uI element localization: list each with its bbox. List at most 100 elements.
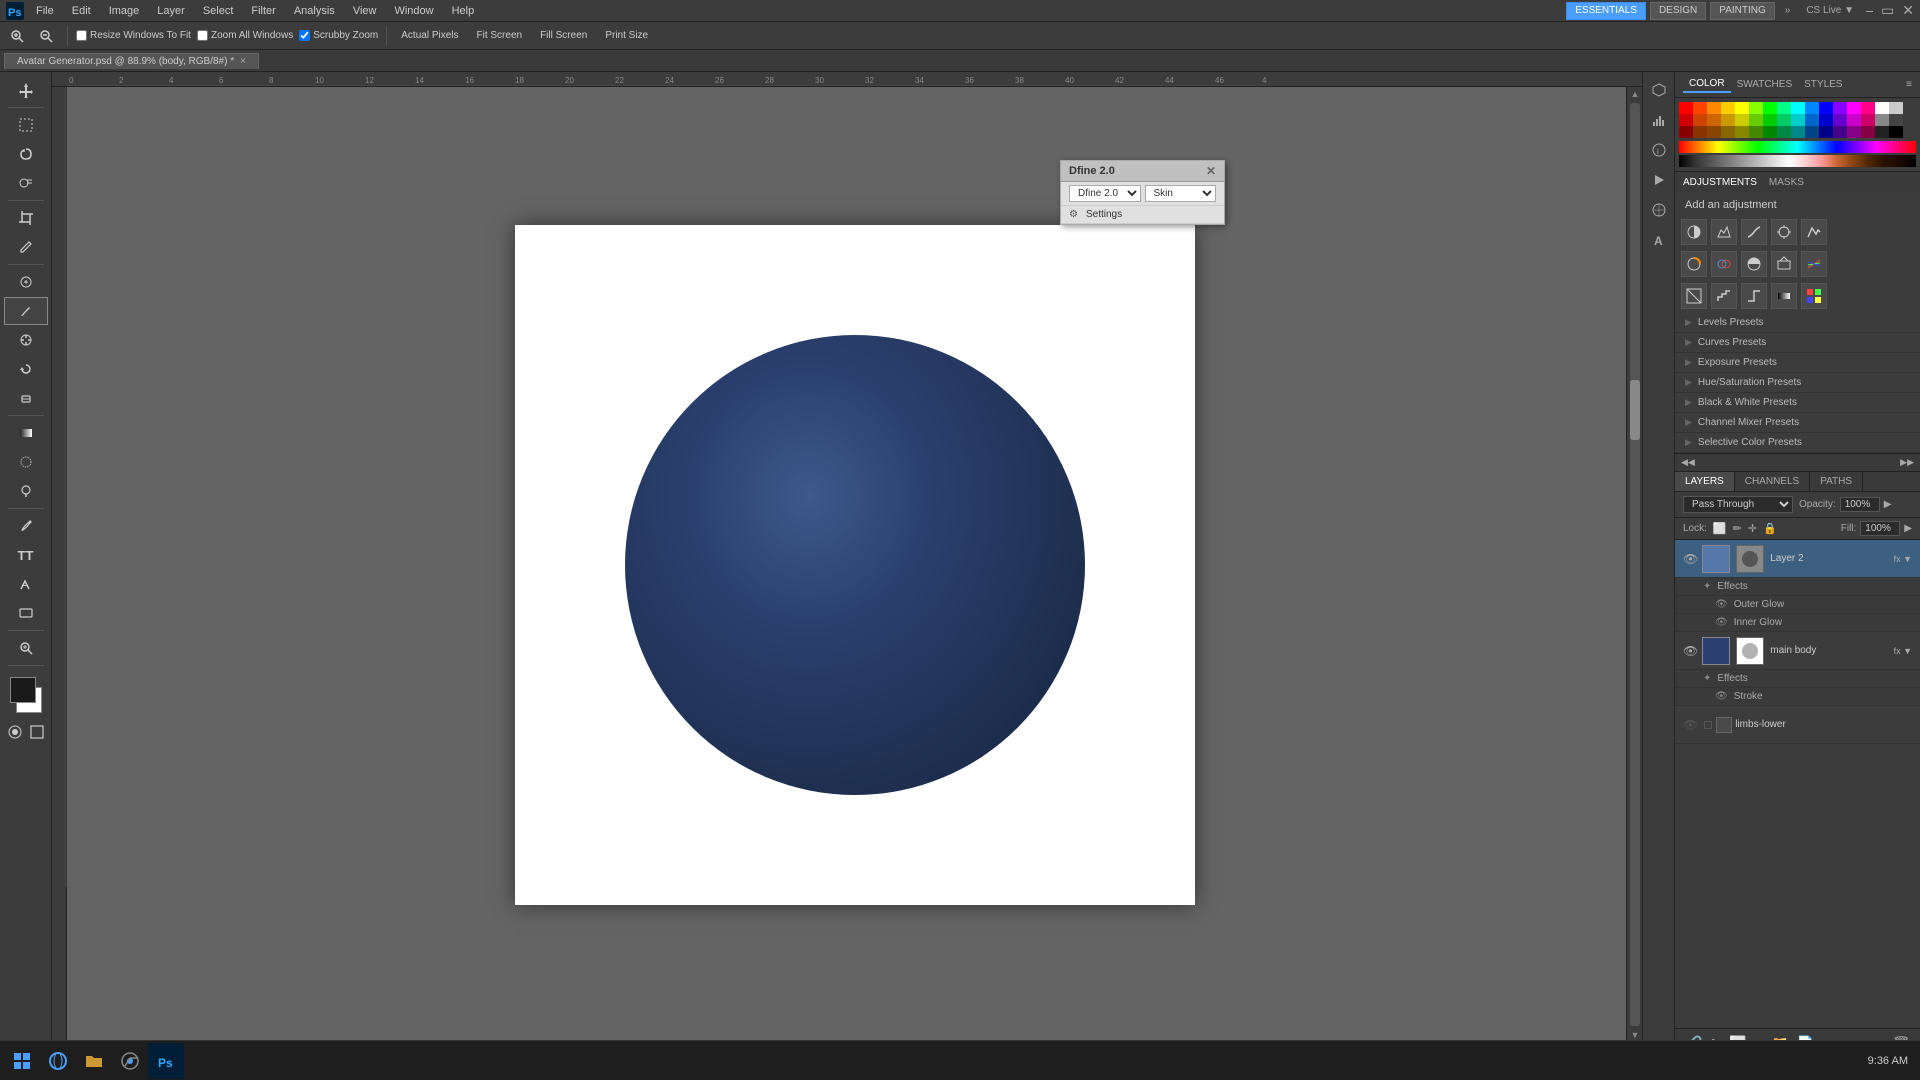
swatch-dark-olive[interactable] bbox=[1735, 126, 1749, 138]
dfine-profile-select[interactable]: Dfine 2.0 bbox=[1069, 185, 1141, 202]
color-panel-collapse[interactable]: ≡ bbox=[1906, 79, 1912, 90]
menu-filter[interactable]: Filter bbox=[243, 3, 283, 19]
inner-glow-visibility[interactable]: 👁 bbox=[1715, 617, 1728, 628]
blend-mode-select[interactable]: Pass Through bbox=[1683, 496, 1793, 513]
lock-all-btn[interactable]: 🔒 bbox=[1763, 522, 1777, 535]
levels-presets-item[interactable]: ▶ Levels Presets bbox=[1675, 313, 1920, 333]
threshold-icon[interactable] bbox=[1741, 283, 1767, 309]
channel-mixer-icon[interactable] bbox=[1801, 251, 1827, 277]
vibrance-icon[interactable] bbox=[1801, 219, 1827, 245]
vertical-scrollbar[interactable]: ▲ ▼ bbox=[1626, 87, 1642, 1042]
menu-window[interactable]: Window bbox=[386, 3, 441, 19]
fill-screen-btn[interactable]: Fill Screen bbox=[534, 24, 593, 48]
swatch-dark-blue[interactable] bbox=[1819, 114, 1833, 126]
path-select-tool[interactable] bbox=[4, 570, 48, 598]
zoom-all-input[interactable] bbox=[197, 30, 208, 41]
swatch-black[interactable] bbox=[1889, 126, 1903, 138]
document-tab[interactable]: Avatar Generator.psd @ 88.9% (body, RGB/… bbox=[4, 53, 259, 69]
move-tool[interactable] bbox=[4, 76, 48, 104]
adjustments-tab[interactable]: ADJUSTMENTS bbox=[1683, 177, 1757, 188]
lock-position-btn[interactable]: ✛ bbox=[1748, 522, 1757, 535]
fit-screen-btn[interactable]: Fit Screen bbox=[471, 24, 529, 48]
history-brush-tool[interactable] bbox=[4, 355, 48, 383]
panel-expand-btn[interactable]: ◀◀ bbox=[1681, 457, 1695, 468]
swatch-azure[interactable] bbox=[1805, 102, 1819, 114]
swatch-near-black[interactable] bbox=[1875, 126, 1889, 138]
brightness-contrast-icon[interactable] bbox=[1681, 219, 1707, 245]
quick-select-tool[interactable] bbox=[4, 169, 48, 197]
swatch-light-gray[interactable] bbox=[1889, 102, 1903, 114]
swatch-yellow2[interactable] bbox=[1735, 102, 1749, 114]
scrubby-zoom-checkbox[interactable]: Scrubby Zoom bbox=[299, 30, 378, 41]
invert-icon[interactable] bbox=[1681, 283, 1707, 309]
swatch-green2[interactable] bbox=[1763, 114, 1777, 126]
limbs-lower-visibility[interactable]: 👁 bbox=[1683, 718, 1698, 732]
swatch-rose[interactable] bbox=[1861, 102, 1875, 114]
color-selector[interactable] bbox=[4, 673, 48, 717]
swatch-forest[interactable] bbox=[1777, 126, 1791, 138]
close-btn[interactable]: ✕ bbox=[1902, 2, 1914, 19]
selective-color-icon[interactable] bbox=[1801, 283, 1827, 309]
outer-glow-visibility[interactable]: 👁 bbox=[1715, 599, 1728, 610]
v-scroll-track[interactable] bbox=[1630, 103, 1640, 1026]
swatch-dark-lime[interactable] bbox=[1749, 126, 1763, 138]
menu-edit[interactable]: Edit bbox=[64, 3, 99, 19]
v-scroll-up[interactable]: ▲ bbox=[1629, 87, 1642, 101]
essentials-btn[interactable]: ESSENTIALS bbox=[1566, 2, 1646, 20]
layer-item-main-body[interactable]: 👁 main body fx ▼ bbox=[1675, 632, 1920, 670]
extend-workspaces-btn[interactable]: » bbox=[1785, 5, 1791, 16]
painting-btn[interactable]: PAINTING bbox=[1710, 2, 1774, 20]
cs-live-btn[interactable]: CS Live ▼ bbox=[1806, 5, 1854, 16]
icon-strip-btn-4[interactable] bbox=[1645, 166, 1673, 194]
actual-pixels-btn[interactable]: Actual Pixels bbox=[395, 24, 464, 48]
layer2-inner-glow[interactable]: 👁 Inner Glow bbox=[1675, 614, 1920, 632]
styles-tab[interactable]: STYLES bbox=[1798, 77, 1848, 92]
pen-tool[interactable] bbox=[4, 512, 48, 540]
swatch-dark-purple[interactable] bbox=[1833, 126, 1847, 138]
taskbar-folder-btn[interactable] bbox=[76, 1043, 112, 1079]
fill-arrow[interactable]: ▶ bbox=[1904, 523, 1912, 534]
layer-item-limbs-lower[interactable]: 👁 limbs-lower bbox=[1675, 706, 1920, 744]
swatch-orange-red[interactable] bbox=[1693, 102, 1707, 114]
lock-transparent-btn[interactable]: ⬜ bbox=[1713, 522, 1727, 535]
layers-tab-paths[interactable]: PATHS bbox=[1810, 472, 1863, 491]
exposure-icon[interactable] bbox=[1771, 219, 1797, 245]
swatch-dark-red[interactable] bbox=[1679, 114, 1693, 126]
blur-tool[interactable] bbox=[4, 448, 48, 476]
swatch-yellow-green[interactable] bbox=[1749, 102, 1763, 114]
screen-mode-btn[interactable] bbox=[27, 722, 47, 742]
opacity-input[interactable] bbox=[1840, 497, 1880, 512]
dfine-type-select[interactable]: Skin bbox=[1145, 185, 1217, 202]
swatch-gold[interactable] bbox=[1721, 114, 1735, 126]
menu-layer[interactable]: Layer bbox=[149, 3, 193, 19]
swatch-dark-brown[interactable] bbox=[1693, 126, 1707, 138]
swatch-steel-blue[interactable] bbox=[1805, 114, 1819, 126]
swatch-brown2[interactable] bbox=[1707, 126, 1721, 138]
layer2-fx-btn[interactable]: fx ▼ bbox=[1894, 554, 1912, 564]
swatch-purple[interactable] bbox=[1833, 114, 1847, 126]
stroke-visibility[interactable]: 👁 bbox=[1715, 691, 1728, 702]
menu-select[interactable]: Select bbox=[195, 3, 242, 19]
swatch-magenta[interactable] bbox=[1847, 102, 1861, 114]
icon-strip-btn-1[interactable] bbox=[1645, 76, 1673, 104]
v-scroll-thumb[interactable] bbox=[1630, 380, 1640, 440]
swatch-brown-red[interactable] bbox=[1693, 114, 1707, 126]
marquee-tool[interactable] bbox=[4, 111, 48, 139]
canvas-container[interactable] bbox=[67, 87, 1642, 1042]
dodge-tool[interactable] bbox=[4, 477, 48, 505]
taskbar-chrome-btn[interactable] bbox=[112, 1043, 148, 1079]
resize-windows-checkbox[interactable]: Resize Windows To Fit bbox=[76, 30, 191, 41]
masks-tab[interactable]: MASKS bbox=[1769, 177, 1804, 188]
design-btn[interactable]: DESIGN bbox=[1650, 2, 1706, 20]
layer2-visibility[interactable]: 👁 bbox=[1683, 552, 1698, 566]
dfine-settings-row[interactable]: ⚙ Settings bbox=[1061, 206, 1224, 224]
layer-item-layer2[interactable]: 👁 Layer 2 fx ▼ bbox=[1675, 540, 1920, 578]
layers-tab-channels[interactable]: CHANNELS bbox=[1735, 472, 1810, 491]
restore-btn[interactable]: ▭ bbox=[1881, 2, 1894, 19]
swatch-burgundy[interactable] bbox=[1861, 126, 1875, 138]
text-tool[interactable]: T T bbox=[4, 541, 48, 569]
fill-input[interactable]: 100% bbox=[1860, 521, 1900, 536]
swatch-dark-gold[interactable] bbox=[1721, 126, 1735, 138]
menu-image[interactable]: Image bbox=[101, 3, 148, 19]
lasso-tool[interactable] bbox=[4, 140, 48, 168]
